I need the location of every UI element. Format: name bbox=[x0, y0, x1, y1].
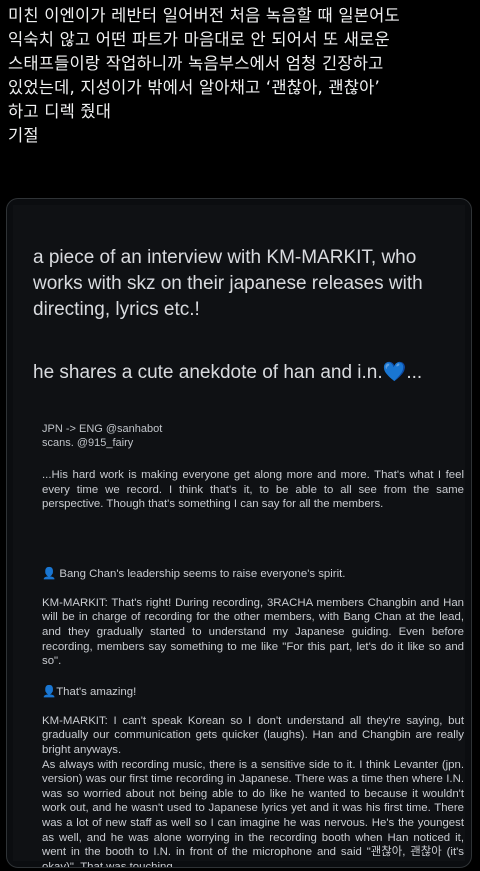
intro-line-2-suffix: ... bbox=[406, 362, 423, 383]
person-icon: 👤 bbox=[42, 685, 57, 698]
person-icon: 👤 bbox=[42, 567, 57, 580]
tweet-text: 미친 이엔이가 레반터 일어버전 처음 녹음할 때 일본어도 익숙치 않고 어떤… bbox=[8, 6, 400, 145]
paragraph-1: ...His hard work is making everyone get … bbox=[42, 469, 464, 511]
intro-line-1: a piece of an interview with KM-MARKIT, … bbox=[33, 247, 423, 320]
intro-text: a piece of an interview with KM-MARKIT, … bbox=[33, 245, 463, 323]
paragraph-3: 👤That's amazing! KM-MARKIT: I can't spea… bbox=[42, 670, 464, 868]
answer-3: KM-MARKIT: I can't speak Korean so I don… bbox=[42, 714, 464, 868]
intro-text-2: he shares a cute anekdote of han and i.n… bbox=[33, 360, 463, 386]
question-3: That's amazing! bbox=[56, 685, 137, 698]
scans-credit: scans. @915_fairy bbox=[42, 437, 134, 449]
answer-2: KM-MARKIT: That's right! During recordin… bbox=[42, 596, 464, 668]
attached-image[interactable]: a piece of an interview with KM-MARKIT, … bbox=[6, 198, 472, 868]
blue-heart-icon: 💙 bbox=[382, 362, 407, 383]
translator-credit: JPN -> ENG @sanhabot bbox=[42, 423, 163, 435]
intro-line-2: he shares a cute anekdote of han and i.n… bbox=[33, 362, 383, 383]
image-content: a piece of an interview with KM-MARKIT, … bbox=[13, 205, 465, 867]
credits: JPN -> ENG @sanhabot scans. @915_fairy bbox=[42, 422, 462, 450]
question-2: Bang Chan's leadership seems to raise ev… bbox=[59, 567, 346, 580]
paragraph-2: 👤 Bang Chan's leadership seems to raise … bbox=[42, 552, 464, 683]
